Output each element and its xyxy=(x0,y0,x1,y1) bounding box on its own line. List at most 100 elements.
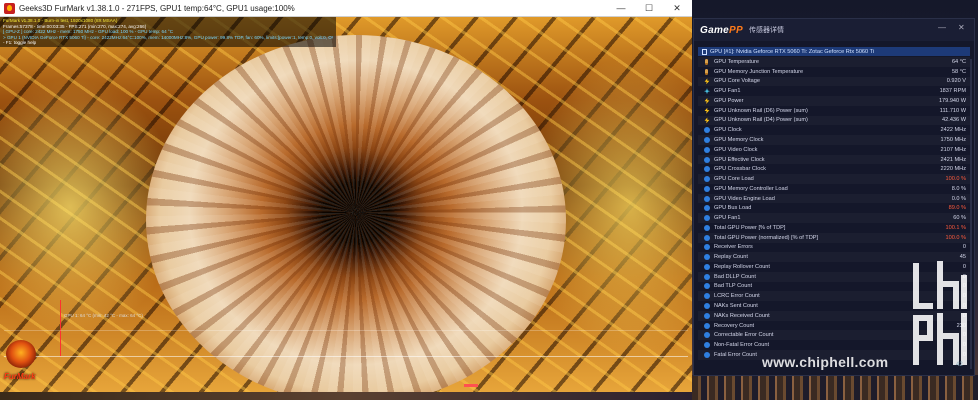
sensor-row[interactable]: Total GPU Power [% of TDP] 100.1 % xyxy=(698,223,970,233)
furmark-osd-overlay: FurMark v1.38.1.0 - Burn-in test, 1920x1… xyxy=(0,17,336,47)
info-icon xyxy=(704,254,710,261)
sensor-row[interactable]: GPU Fan1 60 % xyxy=(698,213,970,223)
sensor-row[interactable]: GPU Power 179.940 W xyxy=(698,96,970,106)
sensor-label: Total GPU Power (normalized) [% of TDP] xyxy=(714,234,819,241)
thermometer-icon xyxy=(705,58,708,65)
chiphell-watermark-logo xyxy=(906,258,972,368)
info-icon xyxy=(704,224,710,231)
chiphell-logo-icon xyxy=(913,261,967,365)
sensor-label: GPU Unknown Rail (D6) Power (sum) xyxy=(714,107,808,114)
sensor-value: 179.940 W xyxy=(938,97,966,104)
sensor-row[interactable]: GPU Core Voltage 0.920 V xyxy=(698,77,970,87)
sensor-row[interactable]: GPU Video Clock 2107 MHz xyxy=(698,145,970,155)
info-icon xyxy=(704,176,710,183)
info-icon xyxy=(704,244,710,251)
sensor-value: 0 xyxy=(962,244,966,251)
info-icon xyxy=(704,263,710,270)
sensor-row[interactable]: GPU Video Engine Load 0.0 % xyxy=(698,194,970,204)
info-icon xyxy=(704,303,710,310)
gpu-chip-icon xyxy=(702,48,707,55)
info-icon xyxy=(704,332,710,339)
thermometer-icon xyxy=(705,68,708,75)
info-icon xyxy=(704,283,710,290)
maximize-button[interactable]: ☐ xyxy=(636,0,662,16)
sensor-row[interactable]: GPU Memory Junction Temperature 58 °C xyxy=(698,67,970,77)
info-icon xyxy=(704,273,710,280)
sensor-value: 60 % xyxy=(953,215,966,222)
taskbar-strip xyxy=(0,392,692,400)
info-icon xyxy=(704,351,710,358)
info-icon xyxy=(704,137,710,143)
furmark-window-title: Geeks3D FurMark v1.38.1.0 - 271FPS, GPU1… xyxy=(19,3,295,13)
info-icon xyxy=(704,293,710,300)
sensor-label: GPU Power xyxy=(714,97,744,104)
sensor-value: 111.710 W xyxy=(939,107,966,114)
bolt-icon xyxy=(704,107,710,114)
info-icon xyxy=(704,342,710,349)
furmark-render-canvas xyxy=(0,17,692,392)
info-icon xyxy=(704,127,710,134)
furmark-mascot-icon xyxy=(6,340,36,368)
sensor-label: GPU Unknown Rail (D4) Power (sum) xyxy=(714,117,808,124)
sensor-row[interactable]: GPU Memory Controller Load 8.0 % xyxy=(698,184,970,194)
furmark-logo: FurMark xyxy=(4,372,36,381)
sensor-label: GPU Fan1 xyxy=(714,88,741,95)
sensor-label: GPU Effective Clock xyxy=(714,156,765,163)
furmark-app-icon xyxy=(4,2,15,14)
gamepp-logo-accent: PP xyxy=(729,24,743,36)
sensor-row[interactable]: Receiver Errors 0 xyxy=(698,243,970,253)
sensor-row[interactable]: GPU Bus Load 89.0 % xyxy=(698,203,970,213)
gpu-device-row[interactable]: GPU [#1]: Nvidia Geforce RTX 5060 Ti: Zo… xyxy=(698,47,970,56)
sensor-value: 2421 MHz xyxy=(940,156,967,163)
gpu-device-name: GPU [#1]: Nvidia Geforce RTX 5060 Ti: Zo… xyxy=(710,48,875,55)
sensor-row[interactable]: GPU Crossbar Clock 2220 MHz xyxy=(698,164,970,174)
sensor-label: GPU Core Load xyxy=(714,176,754,183)
sensor-row[interactable]: GPU Unknown Rail (D6) Power (sum) 111.710… xyxy=(698,106,970,116)
sensor-row[interactable]: GPU Clock 2422 MHz xyxy=(698,125,970,135)
sensor-value: 2107 MHz xyxy=(940,146,967,153)
bolt-icon xyxy=(704,78,710,85)
gamepp-logo-main: Game xyxy=(700,24,729,36)
sensor-row[interactable]: GPU Unknown Rail (D4) Power (sum) 42.436 … xyxy=(698,116,970,126)
info-icon xyxy=(704,146,710,153)
bolt-icon xyxy=(704,117,710,124)
info-icon xyxy=(704,234,710,241)
osd-line: - F1: toggle help xyxy=(3,40,37,46)
sensor-value: 58 °C xyxy=(951,68,966,75)
temperature-graph-axis xyxy=(60,300,61,356)
chiphell-watermark-url: www.chiphell.com xyxy=(762,354,889,370)
sensor-value: 0.920 V xyxy=(946,78,966,85)
furmark-window[interactable]: Geeks3D FurMark v1.38.1.0 - 271FPS, GPU1… xyxy=(0,0,693,392)
temperature-graph-label: GPU 1: 64 °C (min: 42 °C - max: 64 °C) xyxy=(64,313,143,318)
sensor-row[interactable]: GPU Memory Clock 1750 MHz xyxy=(698,135,970,145)
info-icon xyxy=(704,322,710,329)
info-icon xyxy=(704,215,710,222)
graph-marker xyxy=(464,384,478,387)
gamepp-minimize-button[interactable]: — xyxy=(938,23,946,32)
info-icon xyxy=(704,185,710,192)
sensor-row[interactable]: GPU Temperature 64 °C xyxy=(698,57,970,67)
sensor-value: 89.0 % xyxy=(948,205,966,212)
sensor-row[interactable]: GPU Core Load 100.0 % xyxy=(698,174,970,184)
gamepp-close-button[interactable]: ✕ xyxy=(958,23,965,32)
furmark-titlebar[interactable]: Geeks3D FurMark v1.38.1.0 - 271FPS, GPU1… xyxy=(0,0,692,17)
info-icon xyxy=(704,195,710,202)
sensor-label: GPU Memory Controller Load xyxy=(714,185,788,192)
sensor-row[interactable]: Total GPU Power (normalized) [% of TDP] 1… xyxy=(698,233,970,243)
sensor-value: 42.436 W xyxy=(942,117,966,124)
sensor-label: GPU Core Voltage xyxy=(714,78,761,85)
sensor-label: Total GPU Power [% of TDP] xyxy=(714,224,786,231)
sensor-label: GPU Crossbar Clock xyxy=(714,166,766,173)
close-button[interactable]: ✕ xyxy=(664,0,690,16)
gamepp-window-title: 传感器详情 xyxy=(748,27,784,34)
info-icon xyxy=(704,156,710,163)
sensor-row[interactable]: GPU Fan1 1837 RPM xyxy=(698,86,970,96)
minimize-button[interactable]: — xyxy=(608,0,634,16)
gamepp-logo: GamePP xyxy=(700,25,743,36)
gamepp-header[interactable]: GamePP 传感器详情 — ✕ xyxy=(694,19,974,41)
sensor-label: GPU Memory Clock xyxy=(714,137,764,143)
corner-number: 42 xyxy=(956,362,963,368)
sensor-label: GPU Temperature xyxy=(714,58,759,65)
sensor-label: Receiver Errors xyxy=(714,244,753,251)
sensor-row[interactable]: GPU Effective Clock 2421 MHz xyxy=(698,155,970,165)
